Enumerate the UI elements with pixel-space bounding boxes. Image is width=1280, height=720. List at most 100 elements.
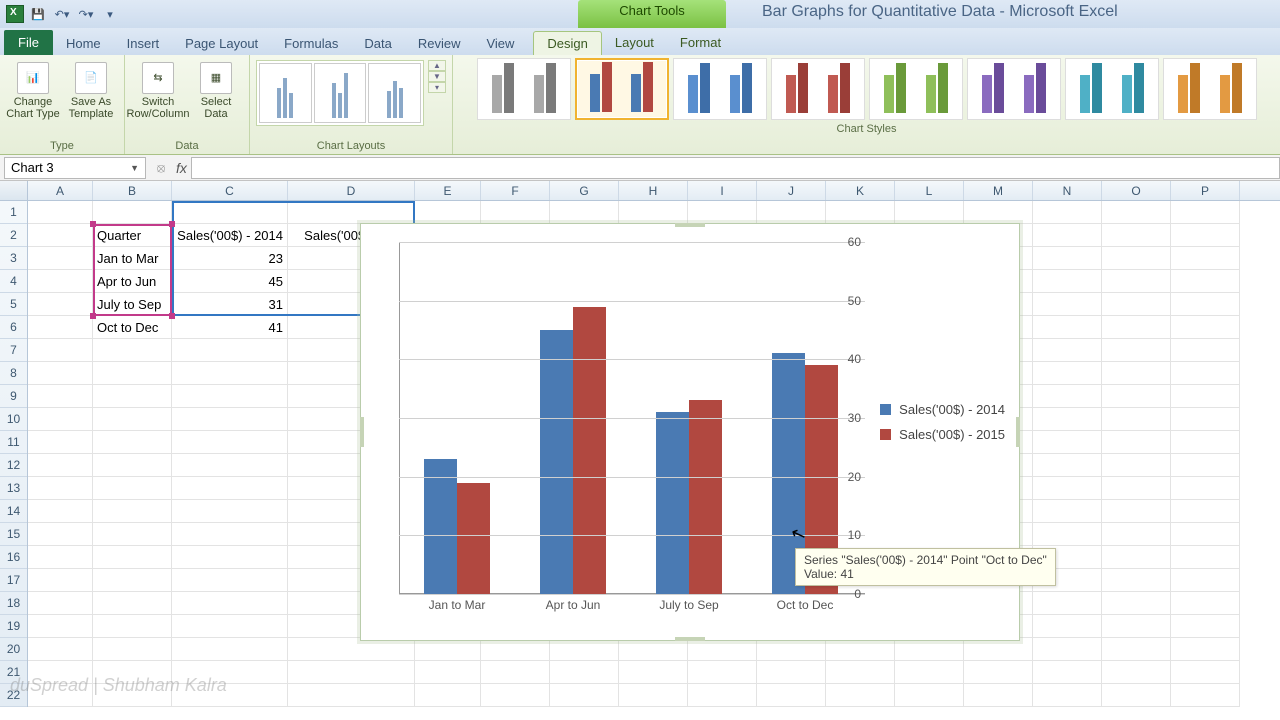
cell[interactable] — [28, 362, 93, 385]
cell[interactable] — [93, 592, 172, 615]
cell[interactable]: Apr to Jun — [93, 270, 172, 293]
save-as-template-button[interactable]: 📄Save As Template — [64, 60, 118, 120]
cell[interactable] — [1171, 316, 1240, 339]
chart-style-thumb[interactable] — [869, 58, 963, 120]
cell[interactable] — [288, 684, 415, 707]
resize-handle[interactable] — [675, 637, 705, 641]
cell[interactable] — [93, 569, 172, 592]
cell[interactable] — [93, 201, 172, 224]
cell[interactable] — [28, 546, 93, 569]
column-header[interactable]: E — [415, 181, 481, 200]
formula-input[interactable] — [191, 157, 1280, 179]
select-data-button[interactable]: ▦Select Data — [189, 60, 243, 120]
cell[interactable] — [28, 638, 93, 661]
chart-style-thumb[interactable] — [477, 58, 571, 120]
cell[interactable]: 23 — [172, 247, 288, 270]
range-handle[interactable] — [169, 313, 175, 319]
cell[interactable] — [1102, 362, 1171, 385]
cell[interactable]: 31 — [172, 293, 288, 316]
cell[interactable] — [1033, 293, 1102, 316]
cell[interactable] — [688, 201, 757, 224]
cell[interactable] — [1171, 477, 1240, 500]
cell[interactable] — [1033, 684, 1102, 707]
cell[interactable] — [172, 500, 288, 523]
cell[interactable] — [619, 638, 688, 661]
cell[interactable] — [1033, 385, 1102, 408]
save-icon[interactable]: 💾 — [28, 4, 48, 24]
cell[interactable] — [1102, 615, 1171, 638]
row-header[interactable]: 8 — [0, 362, 27, 385]
row-header[interactable]: 6 — [0, 316, 27, 339]
cell[interactable] — [1033, 431, 1102, 454]
cell[interactable] — [1102, 431, 1171, 454]
tab-review[interactable]: Review — [405, 32, 474, 55]
cell[interactable] — [1171, 523, 1240, 546]
cell[interactable] — [1102, 224, 1171, 247]
cell[interactable] — [1171, 293, 1240, 316]
chart-style-thumb[interactable] — [1065, 58, 1159, 120]
cell[interactable] — [1102, 247, 1171, 270]
cell[interactable] — [1171, 385, 1240, 408]
cell[interactable] — [93, 500, 172, 523]
cell[interactable] — [1102, 454, 1171, 477]
column-header[interactable]: O — [1102, 181, 1171, 200]
cell[interactable] — [826, 684, 895, 707]
cell[interactable] — [1033, 316, 1102, 339]
chart-styles-gallery[interactable] — [473, 55, 1261, 123]
cell[interactable] — [1171, 408, 1240, 431]
row-header[interactable]: 20 — [0, 638, 27, 661]
cell[interactable] — [172, 431, 288, 454]
cell[interactable] — [1102, 546, 1171, 569]
cell[interactable] — [1171, 270, 1240, 293]
cell[interactable] — [895, 684, 964, 707]
column-header[interactable]: J — [757, 181, 826, 200]
cell[interactable] — [172, 546, 288, 569]
resize-handle[interactable] — [360, 417, 364, 447]
row-header[interactable]: 15 — [0, 523, 27, 546]
row-header[interactable]: 3 — [0, 247, 27, 270]
cell[interactable] — [93, 615, 172, 638]
select-all-corner[interactable] — [0, 181, 28, 200]
resize-handle[interactable] — [1016, 417, 1020, 447]
cell[interactable] — [172, 385, 288, 408]
cell[interactable] — [172, 408, 288, 431]
cell[interactable] — [1171, 569, 1240, 592]
column-header[interactable]: M — [964, 181, 1033, 200]
cell[interactable] — [415, 638, 481, 661]
column-header[interactable]: D — [288, 181, 415, 200]
cell[interactable]: Jan to Mar — [93, 247, 172, 270]
cell[interactable] — [28, 454, 93, 477]
cell[interactable] — [28, 477, 93, 500]
chart-layouts-scroll[interactable]: ▲▼▾ — [428, 60, 446, 93]
cell[interactable] — [1171, 546, 1240, 569]
column-header[interactable]: N — [1033, 181, 1102, 200]
cell[interactable] — [481, 201, 550, 224]
cell[interactable] — [93, 454, 172, 477]
row-header[interactable]: 1 — [0, 201, 27, 224]
cell[interactable] — [172, 615, 288, 638]
qat-customize-icon[interactable]: ▾ — [100, 4, 120, 24]
cell[interactable] — [1171, 661, 1240, 684]
cell[interactable] — [688, 638, 757, 661]
cell[interactable] — [28, 615, 93, 638]
redo-icon[interactable]: ↷▾ — [76, 4, 96, 24]
cell[interactable] — [1102, 385, 1171, 408]
row-header[interactable]: 12 — [0, 454, 27, 477]
cell[interactable] — [1033, 454, 1102, 477]
chart-style-thumb[interactable] — [967, 58, 1061, 120]
cell[interactable] — [550, 661, 619, 684]
cell[interactable] — [1171, 592, 1240, 615]
cell[interactable] — [93, 523, 172, 546]
cell[interactable] — [28, 224, 93, 247]
tab-format[interactable]: Format — [667, 31, 734, 55]
tab-layout[interactable]: Layout — [602, 31, 667, 55]
cell[interactable] — [1171, 615, 1240, 638]
cell[interactable] — [1102, 201, 1171, 224]
cell[interactable] — [1033, 408, 1102, 431]
cell[interactable]: Quarter — [93, 224, 172, 247]
cell[interactable] — [1102, 477, 1171, 500]
cell[interactable] — [1102, 293, 1171, 316]
cell[interactable] — [93, 477, 172, 500]
cell[interactable] — [550, 638, 619, 661]
cell[interactable] — [1171, 339, 1240, 362]
